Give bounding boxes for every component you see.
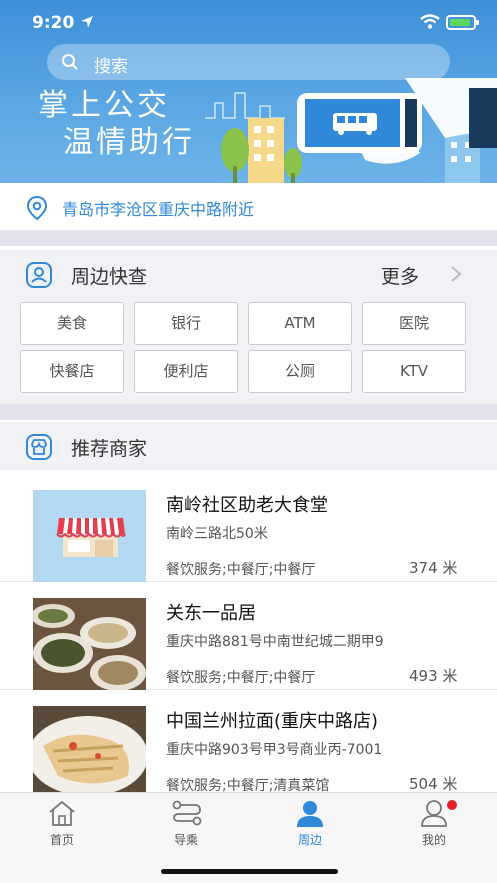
merchant-photo	[33, 706, 146, 792]
category-button[interactable]: 银行	[134, 302, 238, 345]
category-button[interactable]: 医院	[362, 302, 466, 345]
home-indicator	[161, 869, 338, 874]
nearby-person-icon	[297, 801, 323, 827]
battery-icon	[446, 15, 479, 30]
merchant-category: 餐饮服务;中餐厅;中餐厅	[166, 670, 316, 686]
notification-badge	[447, 800, 457, 810]
current-location-text: 青岛市李沧区重庆中路附近	[62, 200, 255, 219]
category-button[interactable]: 便利店	[134, 350, 238, 393]
category-button[interactable]: 美食	[20, 302, 124, 345]
merchant-list: 南岭社区助老大食堂 南岭三路北50米 餐饮服务;中餐厅;中餐厅 374 米 关东…	[0, 474, 497, 792]
nearby-icon	[26, 262, 52, 288]
tab-home[interactable]: 首页	[0, 793, 124, 853]
shop-icon	[26, 434, 52, 460]
header-banner: 9:20 搜索 掌上公交 温情助行	[0, 0, 497, 183]
merchant-thumbnail	[33, 490, 146, 582]
merchant-category: 餐饮服务;中餐厅;清真菜馆	[166, 778, 330, 792]
merchant-photo	[33, 598, 146, 690]
search-bar[interactable]: 搜索	[47, 44, 450, 80]
tab-me[interactable]: 我的	[372, 793, 496, 853]
nearby-section-title: 周边快查	[71, 266, 148, 288]
home-icon	[49, 800, 75, 826]
merchant-name: 南岭社区助老大食堂	[166, 495, 328, 516]
recommend-section-header: 推荐商家	[0, 422, 497, 470]
merchant-name: 中国兰州拉面(重庆中路店)	[166, 711, 379, 732]
merchant-name: 关东一品居	[166, 603, 256, 624]
status-time: 9:20	[32, 13, 75, 33]
merchant-address: 南岭三路北50米	[166, 526, 268, 542]
category-button[interactable]: 公厕	[248, 350, 352, 393]
merchant-address: 重庆中路903号甲3号商业丙-7001	[166, 742, 383, 758]
status-bar: 9:20	[0, 0, 497, 44]
location-arrow-icon	[81, 16, 93, 28]
profile-icon	[421, 800, 457, 827]
category-button[interactable]: ATM	[248, 302, 352, 345]
tab-label: 周边	[297, 833, 322, 847]
merchant-distance: 374 米	[409, 559, 458, 577]
merchant-item[interactable]: 中国兰州拉面(重庆中路店) 重庆中路903号甲3号商业丙-7001 餐饮服务;中…	[0, 690, 497, 792]
tab-label: 我的	[421, 833, 446, 847]
banner-slogan-2: 温情助行	[63, 125, 195, 160]
nearby-section-header: 周边快查 更多	[0, 250, 497, 298]
section-divider	[0, 404, 497, 420]
current-location-bar[interactable]: 青岛市李沧区重庆中路附近	[0, 183, 497, 231]
category-button[interactable]: 快餐店	[20, 350, 124, 393]
store-icon	[56, 517, 126, 557]
section-divider	[0, 231, 497, 246]
search-icon	[62, 54, 78, 70]
nearby-category-grid: 美食 银行 ATM 医院 快餐店 便利店 公厕 KTV	[0, 298, 497, 404]
merchant-category: 餐饮服务;中餐厅;中餐厅	[166, 562, 316, 578]
category-button[interactable]: KTV	[362, 350, 466, 393]
recommend-section-title: 推荐商家	[71, 438, 148, 460]
merchant-distance: 504 米	[409, 775, 458, 792]
merchant-address: 重庆中路881号中南世纪城二期甲9	[166, 634, 384, 650]
search-placeholder: 搜索	[94, 57, 128, 77]
route-icon	[172, 800, 202, 826]
tab-label: 导乘	[173, 833, 198, 847]
tab-nearby[interactable]: 周边	[248, 793, 372, 853]
merchant-item[interactable]: 关东一品居 重庆中路881号中南世纪城二期甲9 餐饮服务;中餐厅;中餐厅 493…	[0, 582, 497, 690]
merchant-item[interactable]: 南岭社区助老大食堂 南岭三路北50米 餐饮服务;中餐厅;中餐厅 374 米	[0, 474, 497, 582]
tab-label: 首页	[49, 833, 74, 847]
merchant-distance: 493 米	[409, 667, 458, 685]
location-pin-icon	[26, 195, 48, 221]
nearby-more-link[interactable]: 更多	[381, 262, 419, 289]
tab-guide[interactable]: 导乘	[124, 793, 248, 853]
chevron-right-icon[interactable]	[448, 265, 464, 283]
phone-bus-illustration	[205, 78, 497, 183]
wifi-icon	[420, 14, 440, 29]
